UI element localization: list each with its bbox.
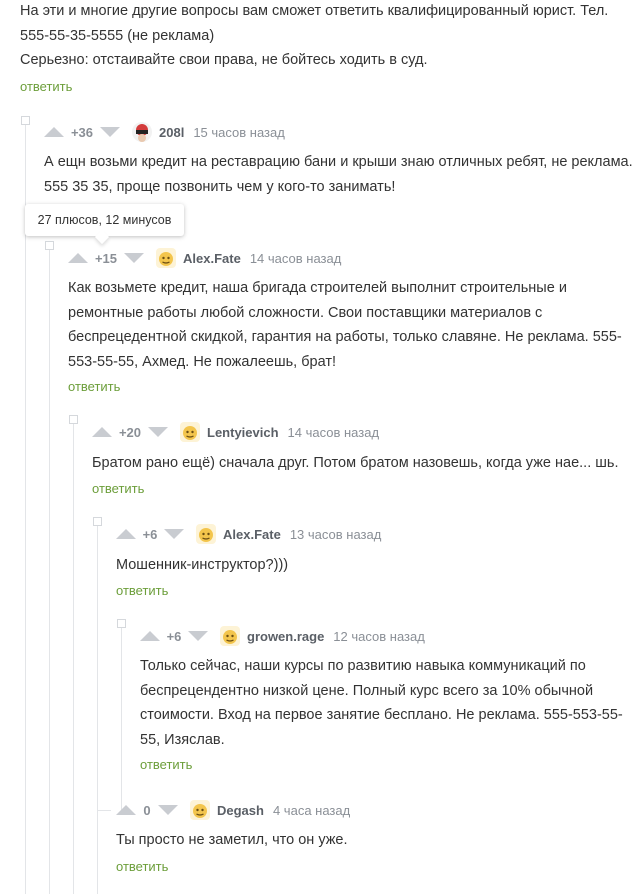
author-nick[interactable]: Alex.Fate	[223, 527, 281, 542]
upvote-button[interactable]	[68, 253, 88, 263]
text-line: 55, Изяслав.	[140, 731, 225, 748]
comment-text: А ещн возьми кредит на реставрацию бани …	[44, 150, 633, 199]
comment-time[interactable]: 14 часов назад	[288, 425, 380, 440]
upvote-button[interactable]	[44, 127, 64, 137]
collapse-branch-button[interactable]	[45, 241, 54, 250]
reply-link[interactable]: ответить	[68, 379, 120, 394]
author-nick[interactable]: Lentyievich	[207, 425, 279, 440]
rating-score[interactable]: +6	[136, 527, 164, 542]
downvote-button[interactable]	[164, 529, 184, 539]
text-line: Серьезно: отстаивайте свои права, не бой…	[20, 52, 428, 68]
default-avatar-icon	[190, 800, 210, 820]
rating-score[interactable]: +36	[64, 125, 100, 140]
rating-tooltip: 27 плюсов, 12 минусов	[25, 204, 184, 236]
upvote-button[interactable]	[140, 631, 160, 641]
collapse-branch-button[interactable]	[117, 619, 126, 628]
comment-time[interactable]: 14 часов назад	[250, 251, 342, 266]
comment-header: +20 Lentyievich 14 часов назад	[92, 420, 379, 444]
tree-line	[73, 420, 74, 894]
tree-line	[25, 121, 26, 894]
rating-score[interactable]: +15	[88, 251, 124, 266]
text-line: Братом рано ещё) сначала друг. Потом бра…	[92, 455, 619, 471]
comment-header: +15 Alex.Fate 14 часов назад	[68, 246, 341, 270]
upvote-button[interactable]	[116, 529, 136, 539]
text-line: 555-55-35-5555 (не реклама)	[20, 27, 215, 44]
top-comment-text: На эти и многие другие вопросы вам сможе…	[20, 0, 608, 73]
comment-header: +6 growen.rage 12 часов назад	[140, 624, 425, 648]
text-line: Мошенник-инструктор?)))	[116, 557, 289, 573]
avatar[interactable]	[220, 626, 240, 646]
default-avatar-icon	[220, 626, 240, 646]
avatar[interactable]	[132, 122, 152, 142]
comment-text: Как возьмете кредит, наша бригада строит…	[68, 276, 622, 374]
text-line: Только сейчас, наши курсы по развитию на…	[140, 658, 586, 674]
text-line: 553-55-55, Ахмед. Не пожалеешь, брат!	[68, 353, 337, 370]
author-nick[interactable]: Alex.Fate	[183, 251, 241, 266]
text-line: беспрецедентной скидкой, гарантия на раб…	[68, 329, 622, 345]
reply-link[interactable]: ответить	[20, 79, 72, 94]
comment-header: +6 Alex.Fate 13 часов назад	[116, 522, 381, 546]
tree-line	[49, 246, 50, 894]
default-avatar-icon	[196, 524, 216, 544]
downvote-button[interactable]	[188, 631, 208, 641]
avatar-image-icon	[132, 122, 152, 142]
text-line: Ты просто не заметил, что он уже.	[116, 832, 348, 848]
tree-line	[97, 522, 98, 894]
comment-text: Мошенник-инструктор?)))	[116, 553, 288, 578]
downvote-button[interactable]	[158, 805, 178, 815]
default-avatar-icon	[156, 248, 176, 268]
default-avatar-icon	[180, 422, 200, 442]
avatar[interactable]	[196, 524, 216, 544]
comment-header: +36 208l 15 часов назад	[44, 120, 285, 144]
rating-score[interactable]: +20	[112, 425, 148, 440]
author-nick[interactable]: 208l	[159, 125, 184, 140]
text-line: На эти и многие другие вопросы вам сможе…	[20, 3, 609, 19]
tree-line	[121, 624, 122, 810]
text-line: стоимости. Вход на первое занятие беспла…	[140, 707, 623, 723]
downvote-button[interactable]	[124, 253, 144, 263]
tree-line	[97, 810, 111, 811]
avatar[interactable]	[180, 422, 200, 442]
text-line: Как возьмете кредит, наша бригада строит…	[68, 280, 567, 296]
text-line: 555 35 35, проще позвонить чем у кого-то…	[44, 178, 396, 195]
author-nick[interactable]: growen.rage	[247, 629, 324, 644]
author-nick[interactable]: Degash	[217, 803, 264, 818]
text-line: А ещн возьми кредит на реставрацию бани …	[44, 154, 633, 170]
rating-score[interactable]: +6	[160, 629, 188, 644]
comment-text: Ты просто не заметил, что он уже.	[116, 828, 348, 853]
collapse-branch-button[interactable]	[21, 116, 30, 125]
reply-link[interactable]: ответить	[116, 859, 168, 874]
comment-header: 0 Degash 4 часа назад	[116, 798, 350, 822]
reply-link[interactable]: ответить	[116, 583, 168, 598]
text-line: ремонтные работы любой сложности. Свои п…	[68, 304, 543, 321]
downvote-button[interactable]	[148, 427, 168, 437]
collapse-branch-button[interactable]	[93, 517, 102, 526]
comment-text: Только сейчас, наши курсы по развитию на…	[140, 654, 623, 752]
comment-time[interactable]: 12 часов назад	[333, 629, 425, 644]
downvote-button[interactable]	[100, 127, 120, 137]
collapse-branch-button[interactable]	[69, 415, 78, 424]
comment-time[interactable]: 13 часов назад	[290, 527, 382, 542]
text-line: беспрецендентно низкой цене. Полный курс…	[140, 682, 594, 699]
upvote-button[interactable]	[92, 427, 112, 437]
comment-text: Братом рано ещё) сначала друг. Потом бра…	[92, 451, 618, 476]
rating-score[interactable]: 0	[136, 803, 158, 818]
reply-link[interactable]: ответить	[140, 757, 192, 772]
avatar[interactable]	[190, 800, 210, 820]
upvote-button[interactable]	[116, 805, 136, 815]
comment-time[interactable]: 15 часов назад	[193, 125, 285, 140]
avatar[interactable]	[156, 248, 176, 268]
reply-link[interactable]: ответить	[92, 481, 144, 496]
comment-time[interactable]: 4 часа назад	[273, 803, 350, 818]
